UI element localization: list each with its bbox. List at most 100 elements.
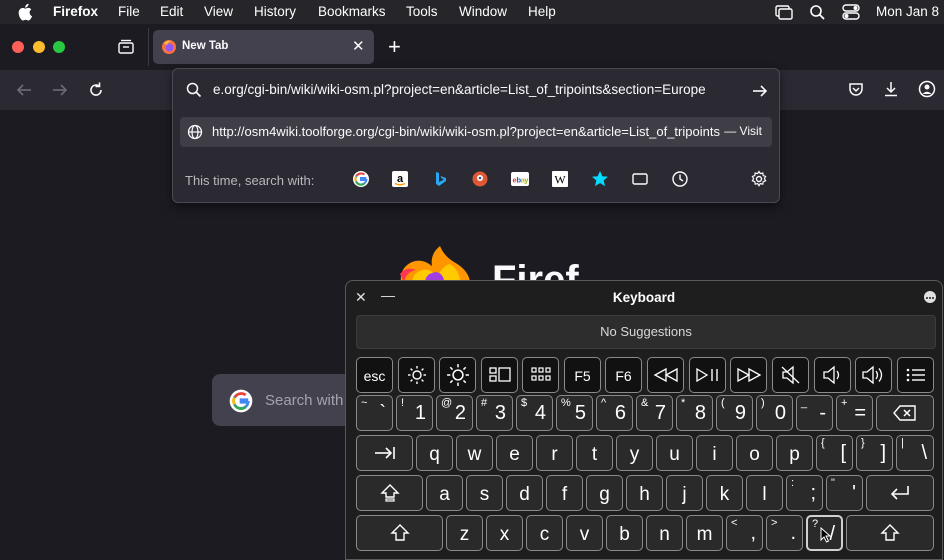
key-caps-lock[interactable] xyxy=(356,475,423,511)
menu-history[interactable]: History xyxy=(254,4,296,19)
key-p[interactable]: p xyxy=(776,435,813,471)
key-i[interactable]: i xyxy=(696,435,733,471)
key-delete[interactable] xyxy=(876,395,934,431)
urlbar-result-row[interactable]: http://osm4wiki.toolforge.org/cgi-bin/wi… xyxy=(180,117,772,147)
newtab-search-box[interactable]: Search with xyxy=(212,374,352,426)
key-esc[interactable]: esc xyxy=(356,357,393,393)
urlbar-input[interactable]: e.org/cgi-bin/wiki/wiki-osm.pl?project=e… xyxy=(213,82,706,97)
go-arrow-icon[interactable] xyxy=(751,82,769,100)
key-volume-down[interactable] xyxy=(814,357,851,393)
more-options-icon[interactable] xyxy=(924,291,936,303)
gear-icon[interactable] xyxy=(750,170,768,188)
key-c[interactable]: c xyxy=(526,515,563,551)
menu-tools[interactable]: Tools xyxy=(406,4,438,19)
key-right-bracket[interactable]: }] xyxy=(856,435,893,471)
back-arrow-icon[interactable] xyxy=(15,81,33,99)
key-f[interactable]: f xyxy=(546,475,583,511)
tabs-icon[interactable] xyxy=(631,170,649,188)
key-7[interactable]: & 7 xyxy=(636,395,673,431)
key-minus[interactable]: _ - xyxy=(796,395,833,431)
key-l[interactable]: l xyxy=(746,475,783,511)
key-period[interactable]: >. xyxy=(766,515,803,551)
key-v[interactable]: v xyxy=(566,515,603,551)
key-equals[interactable]: + = xyxy=(836,395,873,431)
key-1[interactable]: ! 1 xyxy=(396,395,433,431)
key-mute[interactable] xyxy=(772,357,809,393)
key-9[interactable]: (9 xyxy=(716,395,753,431)
key-slash[interactable]: ? / xyxy=(806,515,843,551)
menu-view[interactable]: View xyxy=(204,4,233,19)
key-b[interactable]: b xyxy=(606,515,643,551)
key-o[interactable]: o xyxy=(736,435,773,471)
spotlight-search-icon[interactable] xyxy=(808,3,828,21)
pocket-icon[interactable] xyxy=(847,80,865,98)
reload-icon[interactable] xyxy=(87,81,105,99)
key-z[interactable]: z xyxy=(446,515,483,551)
key-t[interactable]: t xyxy=(576,435,613,471)
key-s[interactable]: s xyxy=(466,475,503,511)
menu-help[interactable]: Help xyxy=(528,4,556,19)
key-volume-up[interactable] xyxy=(855,357,892,393)
key-a[interactable]: a xyxy=(426,475,463,511)
key-backtick[interactable]: ~ ` xyxy=(356,395,393,431)
key-y[interactable]: y xyxy=(616,435,653,471)
key-play-pause[interactable] xyxy=(689,357,726,393)
urlbar[interactable]: e.org/cgi-bin/wiki/wiki-osm.pl?project=e… xyxy=(173,69,779,113)
menubar-clock[interactable]: Mon Jan 8 xyxy=(876,4,939,19)
key-backslash[interactable]: | \ xyxy=(896,435,934,471)
key-6[interactable]: ^ 6 xyxy=(596,395,633,431)
screen-mirroring-icon[interactable] xyxy=(774,3,794,21)
key-left-bracket[interactable]: {[ xyxy=(816,435,853,471)
key-8[interactable]: * 8 xyxy=(676,395,713,431)
window-close-button[interactable] xyxy=(12,41,24,53)
bookmarks-star-icon[interactable] xyxy=(591,170,609,188)
key-r[interactable]: r xyxy=(536,435,573,471)
key-comma[interactable]: <, xyxy=(726,515,763,551)
key-w[interactable]: w xyxy=(456,435,493,471)
key-brightness-down[interactable] xyxy=(398,357,435,393)
control-center-icon[interactable] xyxy=(841,3,861,21)
key-f6[interactable]: F6 xyxy=(605,357,642,393)
key-4[interactable]: $4 xyxy=(516,395,553,431)
key-k[interactable]: k xyxy=(706,475,743,511)
tab-close-icon[interactable]: ✕ xyxy=(352,37,365,55)
key-f5[interactable]: F5 xyxy=(564,357,601,393)
bing-engine-icon[interactable] xyxy=(431,170,449,188)
ebay-engine-icon[interactable]: e b a y xyxy=(511,170,529,188)
key-j[interactable]: j xyxy=(666,475,703,511)
key-d[interactable]: d xyxy=(506,475,543,511)
wikipedia-engine-icon[interactable]: W xyxy=(551,170,569,188)
menu-bookmarks[interactable]: Bookmarks xyxy=(318,4,386,19)
google-engine-icon[interactable] xyxy=(352,170,370,188)
key-0[interactable]: ) 0 xyxy=(756,395,793,431)
new-tab-plus-icon[interactable]: + xyxy=(388,34,401,60)
menu-app-firefox[interactable]: Firefox xyxy=(53,4,98,19)
key-rewind[interactable] xyxy=(647,357,684,393)
menu-edit[interactable]: Edit xyxy=(160,4,183,19)
key-2[interactable]: @2 xyxy=(436,395,473,431)
key-left-shift[interactable] xyxy=(356,515,443,551)
duckduckgo-engine-icon[interactable] xyxy=(471,170,489,188)
tab-new-tab[interactable]: New Tab ✕ xyxy=(153,30,374,64)
key-e[interactable]: e xyxy=(496,435,533,471)
key-right-shift[interactable] xyxy=(846,515,934,551)
key-u[interactable]: u xyxy=(656,435,693,471)
window-minimize-button[interactable] xyxy=(33,41,45,53)
key-n[interactable]: n xyxy=(646,515,683,551)
key-5[interactable]: % 5 xyxy=(556,395,593,431)
apple-menu-icon[interactable] xyxy=(18,3,34,21)
window-zoom-button[interactable] xyxy=(53,41,65,53)
key-tab[interactable] xyxy=(356,435,413,471)
menu-window[interactable]: Window xyxy=(459,4,507,19)
key-q[interactable]: q xyxy=(416,435,453,471)
menu-file[interactable]: File xyxy=(118,4,140,19)
amazon-engine-icon[interactable]: a xyxy=(391,170,409,188)
key-mission-control[interactable] xyxy=(481,357,518,393)
key-m[interactable]: m xyxy=(686,515,723,551)
history-clock-icon[interactable] xyxy=(671,170,689,188)
firefox-view-icon[interactable] xyxy=(117,39,135,55)
key-fast-forward[interactable] xyxy=(730,357,767,393)
key-h[interactable]: h xyxy=(626,475,663,511)
key-list[interactable] xyxy=(897,357,934,393)
key-3[interactable]: #3 xyxy=(476,395,513,431)
